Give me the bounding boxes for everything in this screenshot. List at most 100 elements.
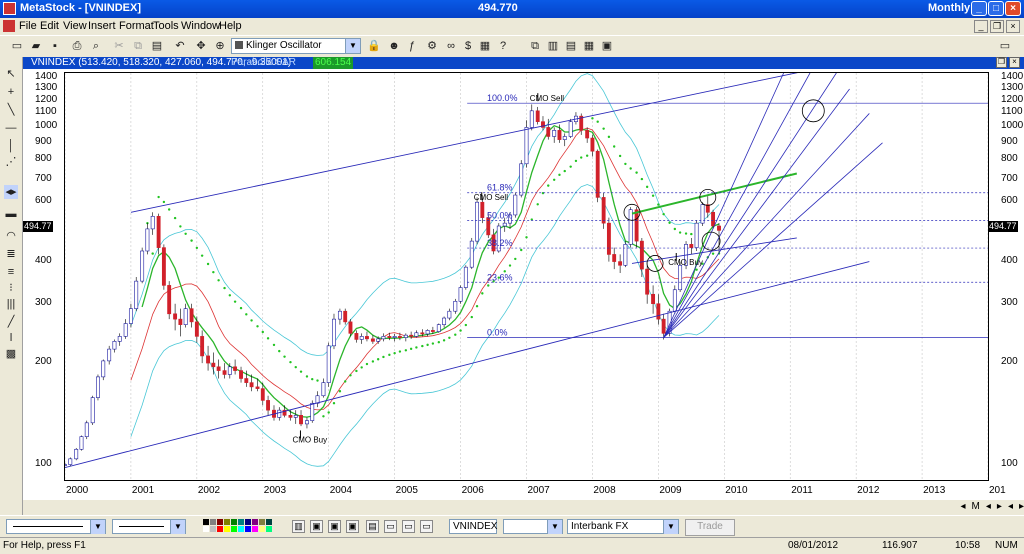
color-swatch[interactable]: [245, 526, 251, 532]
pointer-icon[interactable]: ↖: [4, 67, 18, 81]
chart-style-icon[interactable]: ▬: [4, 207, 18, 221]
periodicity-select[interactable]: ▼: [503, 519, 563, 534]
new-window-icon[interactable]: ▭: [384, 520, 397, 533]
crosshair-icon[interactable]: ✥: [194, 40, 208, 53]
color-swatch[interactable]: [224, 519, 230, 525]
save-icon[interactable]: ▪: [48, 40, 62, 53]
zoom-in-icon[interactable]: ◂: [961, 501, 966, 512]
speed-lines-icon[interactable]: ≣: [4, 247, 18, 261]
system-tester-icon[interactable]: ▦: [478, 40, 492, 53]
undo-icon[interactable]: ↶: [173, 40, 187, 53]
arc-icon[interactable]: ◠: [4, 229, 18, 243]
trade-button[interactable]: Trade: [685, 519, 735, 536]
color-swatch[interactable]: [252, 519, 258, 525]
color-swatch[interactable]: [259, 526, 265, 532]
text-icon[interactable]: ǀ: [4, 331, 18, 345]
cut-icon[interactable]: ✂: [112, 40, 126, 53]
menu-tools[interactable]: Tools: [153, 20, 179, 32]
color-swatch[interactable]: [203, 526, 209, 532]
data-source-select[interactable]: Interbank FX▼: [567, 519, 679, 534]
crosshair-tool-icon[interactable]: +: [4, 85, 18, 99]
print-icon[interactable]: ⎙: [70, 40, 84, 53]
chart-style-volume-icon[interactable]: ▣: [346, 520, 359, 533]
color-swatch[interactable]: [259, 519, 265, 525]
color-swatch[interactable]: [210, 519, 216, 525]
menu-file[interactable]: File: [19, 20, 37, 32]
menu-help[interactable]: Help: [219, 20, 242, 32]
scroll-right-icon[interactable]: ▸: [997, 501, 1002, 512]
lock-icon[interactable]: 🔒: [367, 40, 381, 53]
menu-edit[interactable]: Edit: [40, 20, 59, 32]
zoom-icon[interactable]: ⊕: [213, 40, 227, 53]
color-swatch[interactable]: [245, 519, 251, 525]
tile-vertical-icon[interactable]: ▥: [546, 40, 560, 53]
color-swatch[interactable]: [231, 526, 237, 532]
dollar-icon[interactable]: $: [461, 40, 475, 53]
print-preview-icon[interactable]: ⌕: [89, 40, 103, 53]
toolbar-more-icon[interactable]: ▭: [998, 40, 1012, 53]
function-icon[interactable]: ƒ: [405, 40, 419, 53]
chevron-down-icon[interactable]: ▼: [345, 39, 360, 53]
grid-pattern-icon[interactable]: ▩: [4, 347, 18, 361]
color-swatch[interactable]: [266, 526, 272, 532]
color-swatch[interactable]: [217, 526, 223, 532]
insert-indicator-icon[interactable]: ▤: [366, 520, 379, 533]
copy-icon[interactable]: ⧉: [131, 40, 145, 53]
color-swatch[interactable]: [238, 526, 244, 532]
menu-insert[interactable]: Insert: [88, 20, 116, 32]
fibonacci-retracement-icon[interactable]: ≡: [4, 265, 18, 279]
chevron-down-icon[interactable]: ▼: [170, 520, 185, 534]
minimize-button[interactable]: _: [971, 1, 987, 16]
trendline-icon[interactable]: ╲: [4, 103, 18, 117]
chart-style-line-icon[interactable]: ▥: [292, 520, 305, 533]
tile-icon[interactable]: ▭: [420, 520, 433, 533]
color-swatch[interactable]: [203, 519, 209, 525]
scroll-left-icon[interactable]: ◂: [986, 501, 991, 512]
close-button[interactable]: ×: [1005, 1, 1021, 16]
color-palette[interactable]: [203, 519, 275, 533]
menu-window[interactable]: Window: [181, 20, 220, 32]
mdi-restore-button[interactable]: ❐: [990, 20, 1004, 33]
open-folder-icon[interactable]: ▰: [29, 40, 43, 53]
page-left-icon[interactable]: ◂: [1008, 501, 1013, 512]
menu-view[interactable]: View: [63, 20, 87, 32]
page-right-icon[interactable]: ▸: [1019, 501, 1024, 512]
paste-icon[interactable]: ▤: [150, 40, 164, 53]
price-chart[interactable]: 100.0%61.8%50.0%38.2%23.6%0.0%CMO SellCM…: [65, 73, 988, 480]
chart-window-icon[interactable]: [3, 20, 15, 32]
tile-horizontal-icon[interactable]: ▤: [564, 40, 578, 53]
help-pointer-icon[interactable]: ?: [496, 40, 510, 53]
chevron-down-icon[interactable]: ▼: [90, 520, 105, 534]
arrange-icon[interactable]: ▣: [600, 40, 614, 53]
indicator-select[interactable]: Klinger Oscillator ▼: [231, 38, 361, 54]
binoculars-icon[interactable]: ∞: [444, 40, 458, 53]
color-swatch[interactable]: [224, 526, 230, 532]
mdi-minimize-button[interactable]: _: [974, 20, 988, 33]
color-swatch[interactable]: [238, 519, 244, 525]
color-swatch[interactable]: [217, 519, 223, 525]
pen-icon[interactable]: ╱: [4, 315, 18, 329]
chevron-down-icon[interactable]: ▼: [663, 520, 678, 534]
mdi-close-button[interactable]: ×: [1006, 20, 1020, 33]
price-plot-area[interactable]: 100.0%61.8%50.0%38.2%23.6%0.0%CMO SellCM…: [64, 72, 989, 481]
color-swatch[interactable]: [231, 519, 237, 525]
tile-grid-icon[interactable]: ▦: [582, 40, 596, 53]
maximize-button[interactable]: □: [988, 1, 1004, 16]
symbol-input[interactable]: VNINDEX: [449, 519, 497, 534]
new-file-icon[interactable]: ▭: [10, 40, 24, 53]
chart-style-bar-icon[interactable]: ▣: [310, 520, 323, 533]
line-style-select[interactable]: ▼: [6, 519, 106, 534]
chart-style-candle-icon[interactable]: ▣: [328, 520, 341, 533]
chevron-down-icon[interactable]: ▼: [547, 520, 562, 534]
color-swatch[interactable]: [266, 519, 272, 525]
explorer-icon[interactable]: ⚙: [425, 40, 439, 53]
app-icon[interactable]: [3, 2, 16, 15]
cascade-icon[interactable]: ⧉: [528, 40, 542, 53]
color-swatch[interactable]: [252, 526, 258, 532]
expert-advisor-icon[interactable]: ☻: [387, 40, 401, 53]
line-weight-select[interactable]: ▼: [112, 519, 186, 534]
ordered-tool-icon[interactable]: ◂▸: [4, 185, 18, 199]
vertical-line-icon[interactable]: │: [4, 139, 18, 153]
chart-close-button[interactable]: ×: [1009, 57, 1020, 68]
horizontal-line-icon[interactable]: —: [4, 121, 18, 135]
